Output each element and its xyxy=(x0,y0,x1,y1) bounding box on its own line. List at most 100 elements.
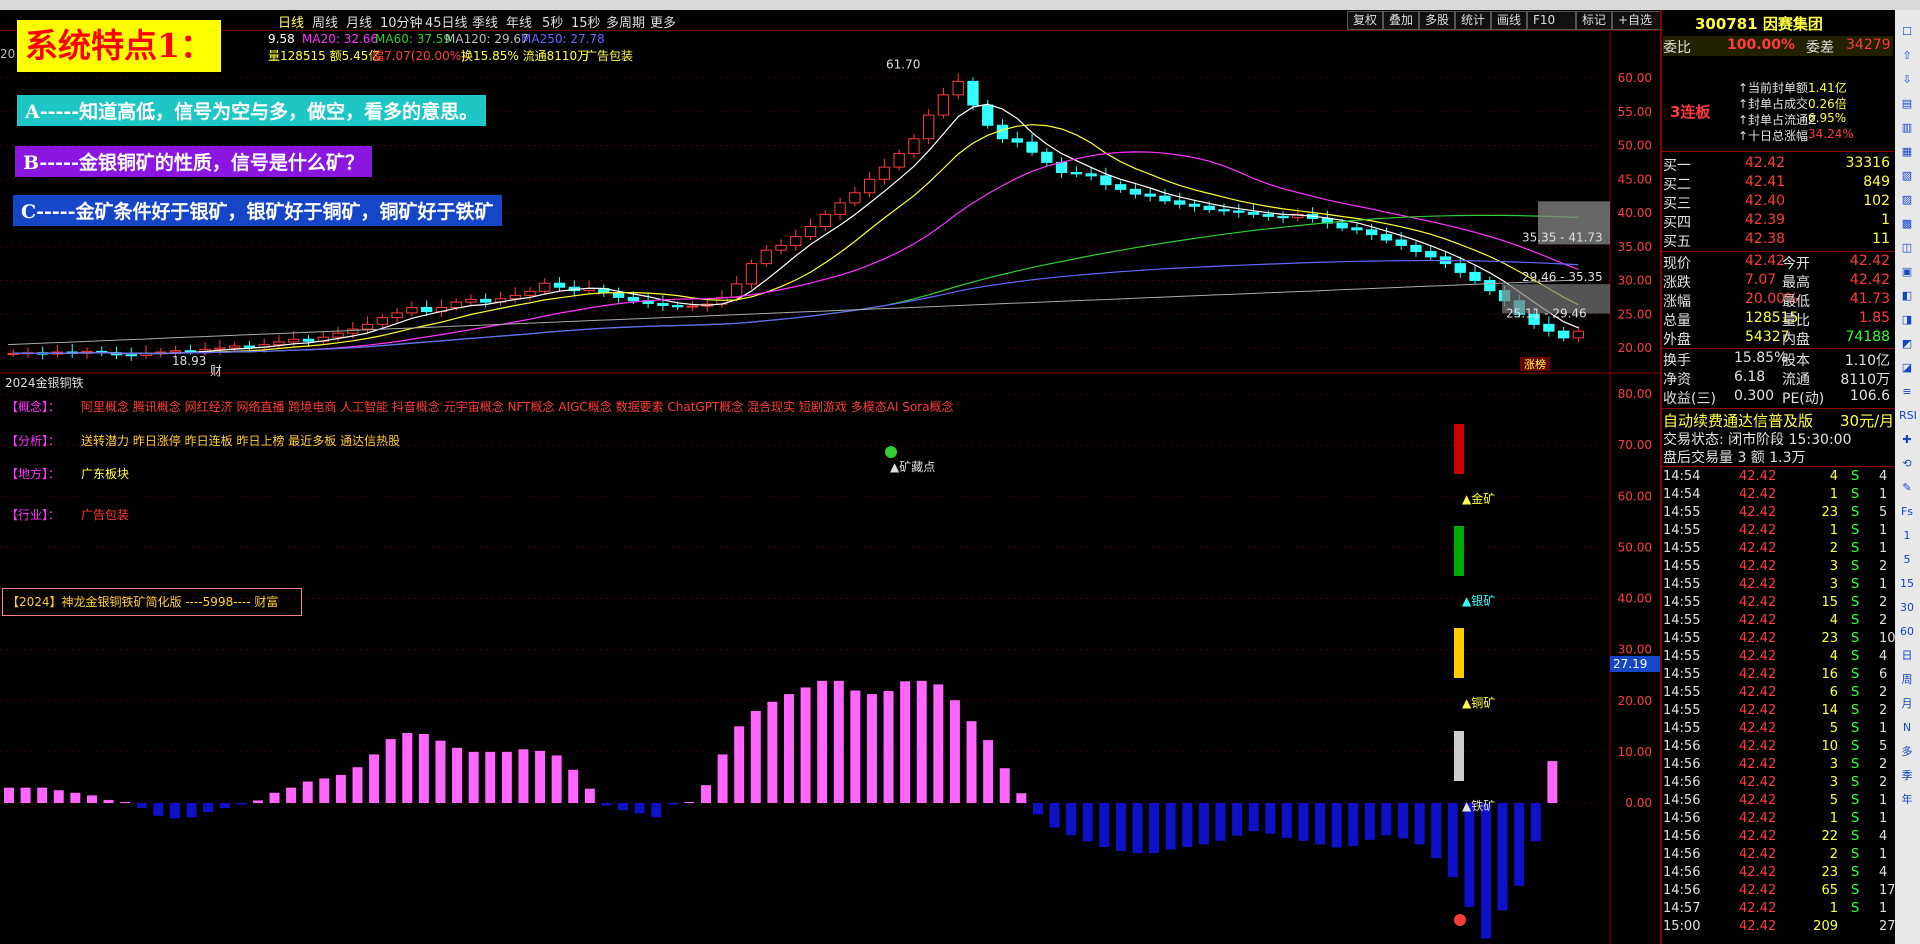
side-tool-icon-13[interactable]: ◩ xyxy=(1899,336,1915,352)
toolbar-button-1[interactable]: 叠加 xyxy=(1383,11,1419,30)
candle-body xyxy=(1454,263,1466,273)
tick-row: 14:56 42.42 3 S 2 xyxy=(1663,757,1898,775)
tick-cell: 14:54 xyxy=(1663,487,1701,502)
side-tool-icon-12[interactable]: ◨ xyxy=(1899,312,1915,328)
timeframe-tab-0[interactable]: 日线 xyxy=(278,12,304,31)
toolbar-button-5[interactable]: F10 xyxy=(1527,11,1576,30)
stat2-label-1a: 净资 xyxy=(1663,372,1691,388)
side-tool-icon-28[interactable]: 月 xyxy=(1899,696,1915,712)
side-tool-icon-23[interactable]: 15 xyxy=(1899,576,1915,592)
side-tool-icon-2[interactable]: ⇩ xyxy=(1899,72,1915,88)
stat-value-0b: 42.42 xyxy=(1849,253,1890,269)
side-tool-icon-5[interactable]: ▦ xyxy=(1899,144,1915,160)
histogram-bar xyxy=(1016,793,1027,803)
side-tool-icon-7[interactable]: ▨ xyxy=(1899,192,1915,208)
side-tool-icon-29[interactable]: N xyxy=(1899,720,1915,736)
toolbar-button-3[interactable]: 统计 xyxy=(1455,11,1491,30)
side-tool-icon-21[interactable]: 1 xyxy=(1899,528,1915,544)
change-info: 幅7.07(20.00%) xyxy=(372,49,466,63)
timeframe-tab-5[interactable]: 季线 xyxy=(472,12,498,31)
side-tool-icon-20[interactable]: Fs xyxy=(1899,504,1915,520)
side-tool-icon-24[interactable]: 30 xyxy=(1899,600,1915,616)
side-tool-icon-4[interactable]: ▥ xyxy=(1899,120,1915,136)
candle-body xyxy=(923,114,935,140)
candle-body xyxy=(1484,280,1496,292)
tick-cell: 5 xyxy=(1879,739,1888,754)
candle-body xyxy=(1218,209,1230,212)
ad-text[interactable]: 自动续费通达信普及版 xyxy=(1663,410,1813,431)
candle-body xyxy=(1026,141,1038,153)
histogram-bar xyxy=(1298,803,1309,841)
candle-body xyxy=(819,213,831,228)
ad-price[interactable]: 30元/月 xyxy=(1840,410,1894,431)
tick-cell: 1 xyxy=(1879,901,1888,916)
side-tool-icon-15[interactable]: ≡ xyxy=(1899,384,1915,400)
timeframe-tab-10[interactable]: 更多 xyxy=(650,12,676,31)
histogram-bar xyxy=(684,801,695,803)
histogram-bar xyxy=(120,801,131,803)
toolbar-button-4[interactable]: 画线 xyxy=(1491,11,1527,30)
side-tool-icon-19[interactable]: ✎ xyxy=(1899,480,1915,496)
side-tool-icon-26[interactable]: 日 xyxy=(1899,648,1915,664)
tick-cell: 14:56 xyxy=(1663,847,1701,862)
side-tool-icon-32[interactable]: 年 xyxy=(1899,792,1915,808)
side-tool-icon-11[interactable]: ◧ xyxy=(1899,288,1915,304)
histogram-bar xyxy=(1049,803,1060,828)
side-tool-icon-0[interactable]: ☐ xyxy=(1899,24,1915,40)
side-tool-icon-6[interactable]: ▧ xyxy=(1899,168,1915,184)
mine-signal-bar xyxy=(1454,526,1464,576)
histogram-bar xyxy=(468,751,479,803)
tick-cell: 23 xyxy=(1821,631,1838,646)
bid-vol-2: 102 xyxy=(1863,193,1890,209)
divider xyxy=(1660,151,1895,152)
candle-body xyxy=(908,138,920,155)
candle-body xyxy=(686,305,699,308)
side-tool-icon-1[interactable]: ⇧ xyxy=(1899,48,1915,64)
histogram-bar xyxy=(1149,803,1160,854)
timeframe-tab-1[interactable]: 周线 xyxy=(312,12,338,31)
toolbar-button-2[interactable]: 多股 xyxy=(1419,11,1455,30)
tick-cell: 2 xyxy=(1829,847,1838,862)
timeframe-tab-4[interactable]: 45日线 xyxy=(425,12,468,31)
side-tool-icon-9[interactable]: ◫ xyxy=(1899,240,1915,256)
tick-cell: 14:55 xyxy=(1663,613,1701,628)
concept-label: 【概念】： xyxy=(6,400,61,414)
timeframe-tab-6[interactable]: 年线 xyxy=(506,12,532,31)
side-tool-icon-10[interactable]: ▣ xyxy=(1899,264,1915,280)
tick-cell: 42.42 xyxy=(1739,667,1777,682)
tick-cell: S xyxy=(1851,631,1860,646)
side-tool-icon-14[interactable]: ◪ xyxy=(1899,360,1915,376)
timeframe-tab-7[interactable]: 5秒 xyxy=(542,12,563,31)
timeframe-tab-9[interactable]: 多周期 xyxy=(606,12,645,31)
side-tool-icon-16[interactable]: RSI xyxy=(1899,408,1917,424)
side-tool-icon-18[interactable]: ⟲ xyxy=(1899,456,1915,472)
side-tool-icon-8[interactable]: ▩ xyxy=(1899,216,1915,232)
side-tool-icon-25[interactable]: 60 xyxy=(1899,624,1915,640)
price-axis-label-2: 50.00 xyxy=(1618,139,1652,153)
tick-cell: 14:55 xyxy=(1663,523,1701,538)
ma120-legend: MA120: 29.67 xyxy=(445,32,529,46)
side-tool-icon-22[interactable]: 5 xyxy=(1899,552,1915,568)
region-label: 【地方】： xyxy=(6,467,61,481)
side-tool-icon-17[interactable]: ✚ xyxy=(1899,432,1915,448)
analysis-text: 送转潜力 昨日涨停 昨日连板 昨日上榜 最近多板 通达信热股 xyxy=(81,434,401,448)
side-tool-icon-27[interactable]: 周 xyxy=(1899,672,1915,688)
timeframe-tab-2[interactable]: 月线 xyxy=(346,12,372,31)
seal-value-3: 34.24% xyxy=(1808,127,1854,141)
candle-body xyxy=(184,350,197,353)
toolbar-button-6[interactable]: 标记 xyxy=(1576,11,1612,30)
side-tool-icon-30[interactable]: 多 xyxy=(1899,744,1915,760)
bid-label-4: 买五 xyxy=(1663,234,1691,250)
weibi-value: 100.00% xyxy=(1727,37,1796,53)
timeframe-tab-3[interactable]: 10分钟 xyxy=(380,12,423,31)
side-tool-icon-31[interactable]: 季 xyxy=(1899,768,1915,784)
histogram-bar xyxy=(1315,803,1326,845)
candle-body xyxy=(332,332,344,338)
toolbar-button-0[interactable]: 复权 xyxy=(1347,11,1383,30)
side-tool-icon-3[interactable]: ▤ xyxy=(1899,96,1915,112)
toolbar-button-7[interactable]: +自选 xyxy=(1612,11,1661,30)
stat2-label-2b: PE(动) xyxy=(1782,391,1825,407)
timeframe-tab-8[interactable]: 15秒 xyxy=(571,12,601,31)
tick-cell: 14:56 xyxy=(1663,811,1701,826)
weibi-label: 委比 xyxy=(1663,40,1691,56)
